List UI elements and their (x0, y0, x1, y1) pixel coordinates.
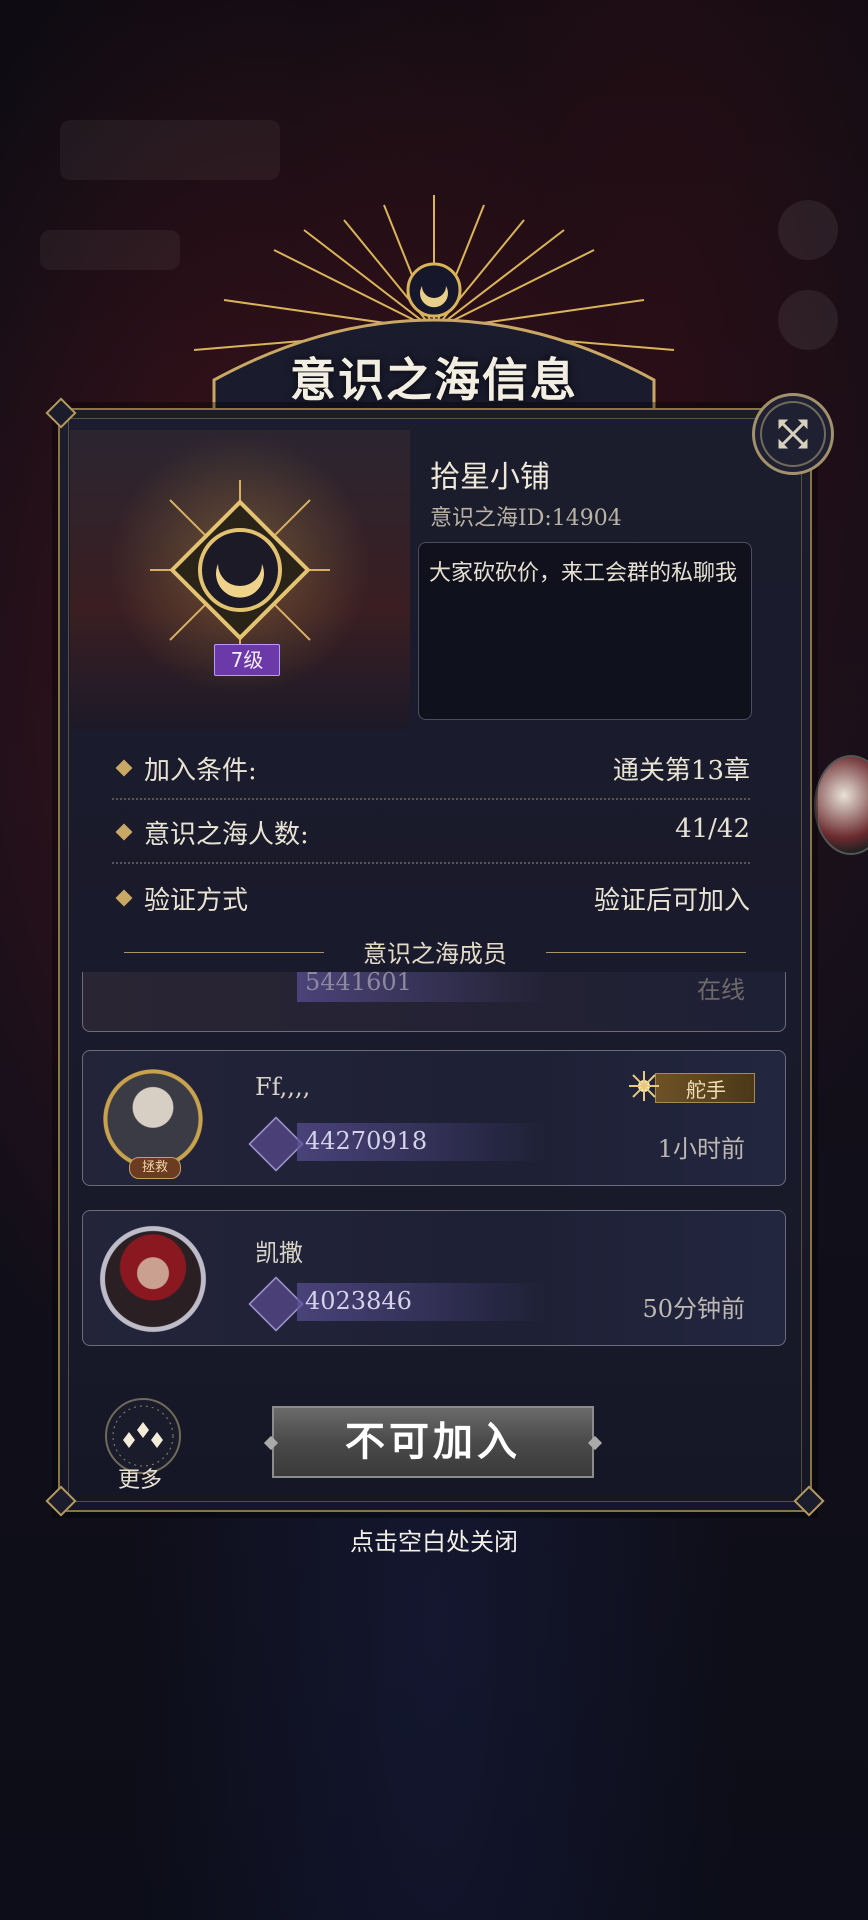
member-count-label: 意识之海人数: (144, 820, 309, 850)
join-button[interactable]: 不可加入 (272, 1406, 594, 1478)
more-label: 更多 (118, 1468, 163, 1493)
member-last-online: 1小时前 (657, 1135, 745, 1163)
close-icon (778, 419, 808, 449)
avatar-title-tag: 拯救 (129, 1157, 181, 1179)
background-blur-element (778, 290, 838, 350)
member-id: 4023846 (305, 1287, 412, 1315)
member-name: Ff,,,, (255, 1073, 311, 1101)
member-avatar[interactable] (95, 1221, 211, 1337)
member-card[interactable]: 5441601 在线 (82, 968, 786, 1032)
join-condition-value: 通关第13章 (612, 756, 750, 786)
member-id: 5441601 (305, 968, 412, 996)
background-blur-element (60, 120, 280, 180)
diamond-bullet-icon (115, 823, 133, 841)
guild-id: 意识之海ID:14904 (430, 506, 622, 531)
member-card[interactable]: 凯撒 4023846 50分钟前 (82, 1210, 786, 1346)
join-condition-row: 加入条件: 通关第13章 (112, 742, 750, 800)
dialog-title: 意识之海信息 (290, 353, 578, 407)
background-blur-element (40, 230, 180, 270)
guild-emblem-icon (150, 480, 330, 660)
member-name: 凯撒 (255, 1239, 303, 1267)
diamond-bullet-icon (115, 889, 133, 907)
members-section-title: 意识之海成员 (124, 934, 746, 970)
member-last-online: 50分钟前 (642, 1295, 745, 1323)
member-card[interactable]: 拯救 Ff,,,, 舵手 44270918 1小时前 (82, 1050, 786, 1186)
verification-row: 验证方式 验证后可加入 (112, 872, 750, 928)
sparkle-icon (629, 1071, 659, 1101)
member-count-row: 意识之海人数: 41/42 (112, 806, 750, 864)
verification-label: 验证方式 (144, 886, 249, 916)
diamond-bullet-icon (115, 759, 133, 777)
background-blur-element (778, 200, 838, 260)
role-label: 舵手 (686, 1078, 726, 1102)
crossed-hammers-icon (248, 1116, 304, 1172)
guild-level-badge: 7级 (214, 644, 280, 676)
member-status: 在线 (697, 976, 745, 1004)
crossed-hammers-icon (248, 1276, 304, 1332)
tap-to-close-hint[interactable]: 点击空白处关闭 (0, 1522, 868, 1557)
member-role-badge: 舵手 (627, 1069, 757, 1103)
verification-value: 验证后可加入 (593, 886, 750, 916)
join-condition-label: 加入条件: (144, 756, 257, 786)
member-id: 44270918 (305, 1127, 428, 1155)
guild-description: 大家砍砍价，来工会群的私聊我 (418, 542, 752, 720)
close-button[interactable] (752, 393, 834, 475)
guild-name: 拾星小铺 (430, 460, 550, 495)
member-count-value: 41/42 (675, 814, 750, 844)
